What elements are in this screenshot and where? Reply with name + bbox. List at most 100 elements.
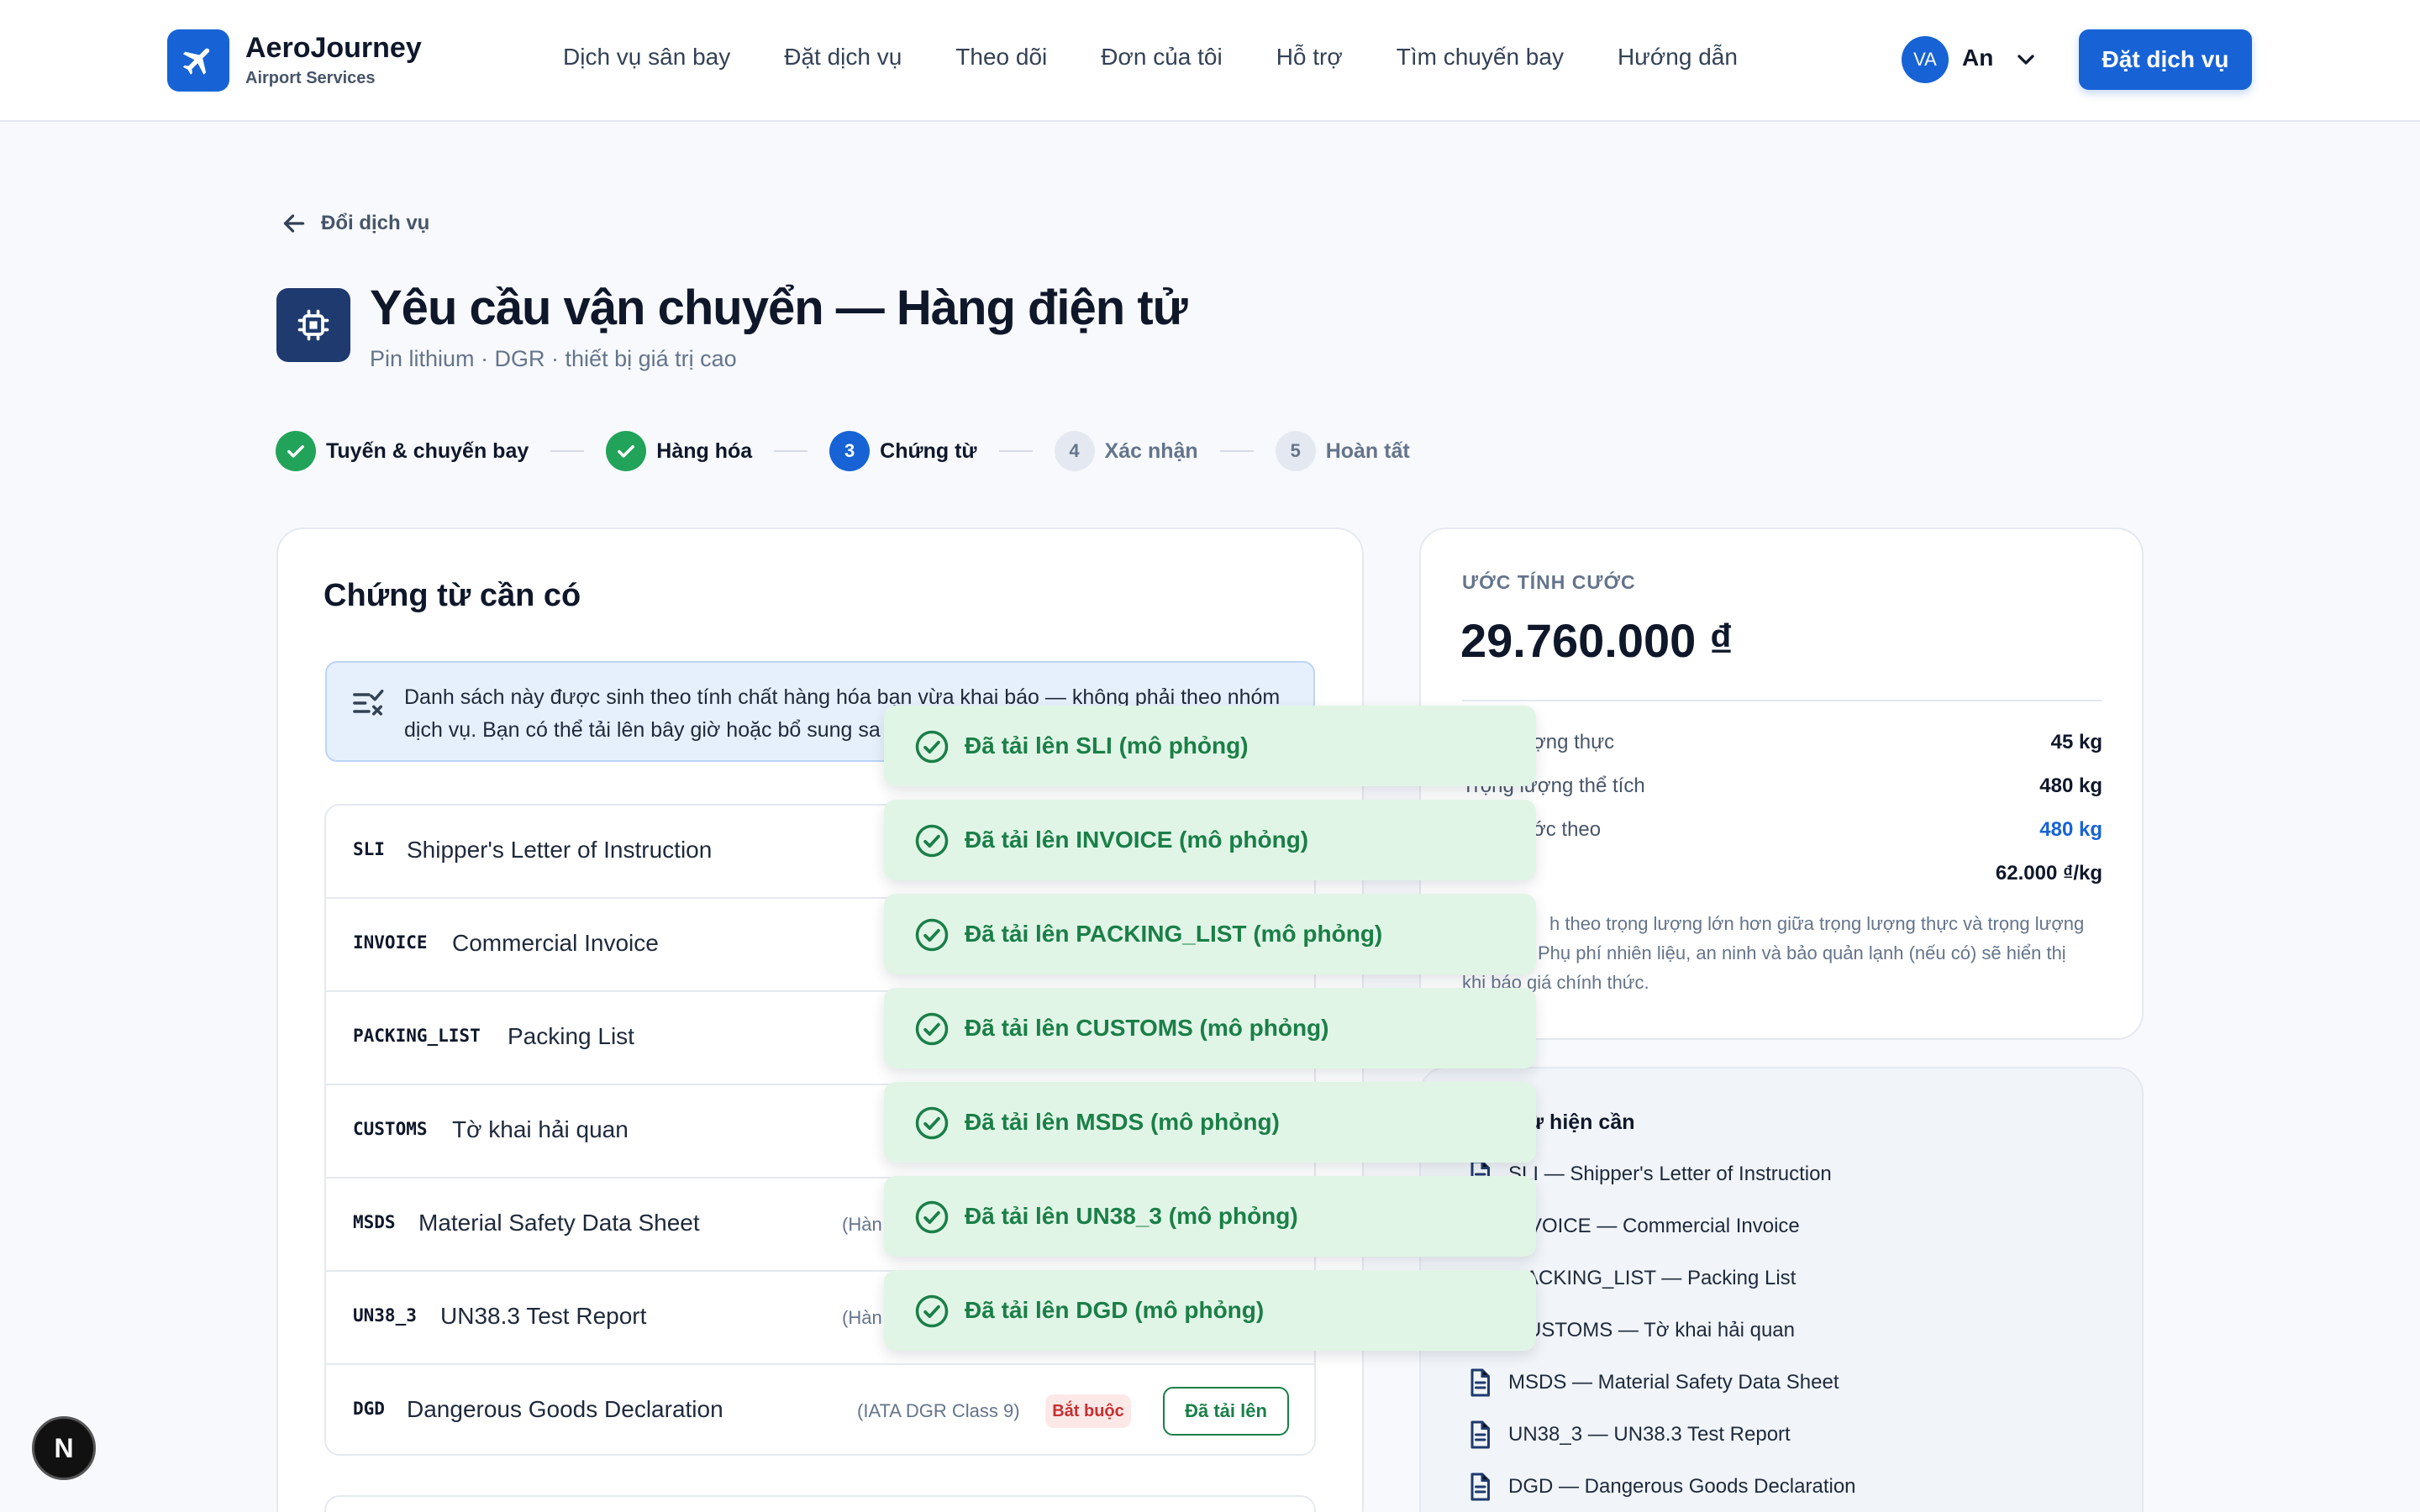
nav-item-support[interactable]: Hỗ trợ (1276, 44, 1343, 71)
check-circle-icon (915, 824, 949, 858)
toast-upload-invoice[interactable]: Đã tải lên INVOICE (mô phỏng) (884, 800, 1536, 880)
required-title: ừ hiện cần (1528, 1110, 1635, 1134)
step-route-flight[interactable]: Tuyến & chuyến bay (276, 431, 529, 471)
back-link[interactable]: Đổi dịch vụ (279, 208, 429, 239)
brand-logo[interactable] (167, 29, 229, 92)
document-name: Commercial Invoice (452, 930, 659, 956)
check-circle-icon (915, 1012, 949, 1046)
book-service-button[interactable]: Đặt dịch vụ (2079, 29, 2252, 90)
estimate-total: 29.760.000 ₫ (1460, 614, 1733, 667)
estimate-note-line: Phụ phí nhiên liệu, an ninh và bảo quản … (1538, 942, 2066, 963)
uploaded-button[interactable]: Đã tải lên (1163, 1387, 1289, 1436)
document-name: Dangerous Goods Declaration (407, 1396, 723, 1422)
document-row-dgd: DGD Dangerous Goods Declaration (IATA DG… (326, 1365, 1314, 1454)
document-code: DGD (353, 1399, 385, 1419)
estimate-row-label: ớc theo (1533, 818, 1602, 841)
toast-message: Đã tải lên UN38_3 (mô phỏng) (965, 1203, 1298, 1229)
estimate-label: ƯỚC TÍNH CƯỚC (1462, 571, 1636, 593)
check-circle-icon (915, 730, 949, 764)
nav-item-my-orders[interactable]: Đơn của tôi (1101, 44, 1222, 71)
step-documents[interactable]: 3 Chứng từ (829, 431, 977, 471)
document-note: (Hàn (842, 1214, 882, 1235)
toast-message: Đã tải lên SLI (mô phỏng) (965, 732, 1249, 759)
estimate-row-label: ợng thực (1533, 731, 1615, 753)
checklist-icon (353, 690, 384, 716)
toast-upload-customs[interactable]: Đã tải lên CUSTOMS (mô phỏng) (884, 988, 1536, 1068)
step-connector (550, 450, 585, 452)
toast-message: Đã tải lên MSDS (mô phỏng) (965, 1109, 1280, 1135)
document-name: Tờ khai hải quan (452, 1116, 629, 1142)
toast-upload-packing-list[interactable]: Đã tải lên PACKING_LIST (mô phỏng) (884, 894, 1536, 974)
step-connector (774, 450, 808, 452)
required-item: ACKING_LIST — Packing List (1525, 1255, 1796, 1302)
document-note: (IATA DGR Class 9) (857, 1400, 1020, 1421)
nav-item-tracking[interactable]: Theo dõi (955, 44, 1047, 71)
nav-item-book-service[interactable]: Đặt dịch vụ (784, 44, 902, 71)
nav-item-guide[interactable]: Hướng dẫn (1618, 44, 1738, 71)
required-badge: Bắt buộc (1045, 1394, 1131, 1428)
document-name: UN38.3 Test Report (440, 1303, 647, 1329)
main-nav: Dịch vụ sân bay Đặt dịch vụ Theo dõi Đơn… (563, 44, 1738, 71)
toast-message: Đã tải lên DGD (mô phỏng) (965, 1297, 1265, 1323)
step-cargo[interactable]: Hàng hóa (606, 431, 752, 471)
document-name: Material Safety Data Sheet (418, 1210, 700, 1236)
step-number: 3 (829, 431, 871, 471)
document-name: Shipper's Letter of Instruction (407, 837, 713, 863)
estimate-row-value: 480 kg (2039, 818, 2102, 841)
estimate-note: h theo trọng lượng lớn hơn giữa trọng lư… (1462, 909, 2102, 997)
brand-name: AeroJourney (245, 32, 422, 64)
document-icon (1470, 1473, 1490, 1501)
toast-upload-dgd[interactable]: Đã tải lên DGD (mô phỏng) (884, 1270, 1536, 1351)
estimate-note-line: khi báo giá chính thức. (1462, 972, 1649, 993)
page-subtitle: Pin lithium · DGR · thiết bị giá trị cao (370, 346, 737, 371)
top-header: AeroJourney Airport Services Dịch vụ sân… (0, 0, 2420, 122)
toast-message: Đã tải lên CUSTOMS (mô phỏng) (965, 1015, 1329, 1041)
required-item-label: VOICE — Commercial Invoice (1528, 1215, 1800, 1237)
step-confirm: 4 Xác nhận (1054, 431, 1198, 471)
toast-upload-un38-3[interactable]: Đã tải lên UN38_3 (mô phỏng) (884, 1176, 1536, 1257)
required-item-label: ACKING_LIST — Packing List (1525, 1267, 1797, 1289)
documents-title: Chứng từ cần có (324, 578, 581, 613)
estimate-row-actual-weight: ợng thực 45 kg (1462, 726, 2102, 759)
step-connector (1219, 450, 1254, 452)
estimate-row-volumetric-weight: Trọng lượng thể tích 480 kg (1462, 769, 2102, 803)
document-code: PACKING_LIST (353, 1026, 481, 1046)
toast-message: Đã tải lên PACKING_LIST (mô phỏng) (965, 921, 1383, 947)
check-icon (276, 431, 316, 471)
step-complete: 5 Hoàn tất (1275, 431, 1410, 471)
toast-upload-msds[interactable]: Đã tải lên MSDS (mô phỏng) (884, 1082, 1536, 1163)
step-label: Chứng từ (880, 438, 977, 463)
progress-steps: Tuyến & chuyến bay Hàng hóa 3 Chứng từ 4… (276, 431, 1410, 471)
nextjs-dev-badge[interactable]: N (32, 1416, 96, 1480)
user-name[interactable]: An (1962, 45, 1993, 71)
estimate-note-line: h theo trọng lượng lớn hơn giữa trọng lư… (1549, 913, 2085, 934)
check-circle-icon (915, 1200, 949, 1234)
document-code: CUSTOMS (353, 1119, 428, 1139)
step-connector (998, 450, 1033, 452)
chevron-down-icon[interactable] (2012, 46, 2039, 73)
required-item-label: USTOMS — Tờ khai hải quan (1527, 1319, 1795, 1341)
estimate-row-value: 45 kg (2050, 731, 2102, 753)
next-section-card (324, 1495, 1316, 1512)
required-item: DGD — Dangerous Goods Declaration (1465, 1463, 1856, 1510)
step-number: 4 (1054, 431, 1095, 471)
required-item: MSDS — Material Safety Data Sheet (1465, 1359, 1839, 1406)
arrow-left-icon (283, 214, 305, 233)
user-avatar[interactable]: VA (1902, 36, 1949, 83)
toast-upload-sli[interactable]: Đã tải lên SLI (mô phỏng) (884, 706, 1536, 786)
page-title: Yêu cầu vận chuyển — Hàng điện tử (370, 281, 1188, 335)
check-circle-icon (915, 918, 949, 952)
required-item: UN38_3 — UN38.3 Test Report (1465, 1411, 1791, 1458)
document-icon (1470, 1368, 1490, 1397)
step-label: Xác nhận (1104, 438, 1198, 463)
back-link-label: Đổi dịch vụ (321, 212, 430, 234)
document-name: Packing List (508, 1023, 634, 1049)
estimate-row-rate: 62.000 ₫/kg (1462, 857, 2102, 890)
airplane-icon (182, 48, 210, 75)
document-code: SLI (353, 839, 385, 859)
step-label: Hoàn tất (1325, 438, 1410, 463)
nav-item-find-flight[interactable]: Tìm chuyến bay (1397, 44, 1564, 71)
nav-item-airport-services[interactable]: Dịch vụ sân bay (563, 44, 730, 71)
check-circle-icon (915, 1294, 949, 1328)
required-item-label: DGD — Dangerous Goods Declaration (1508, 1475, 1856, 1498)
